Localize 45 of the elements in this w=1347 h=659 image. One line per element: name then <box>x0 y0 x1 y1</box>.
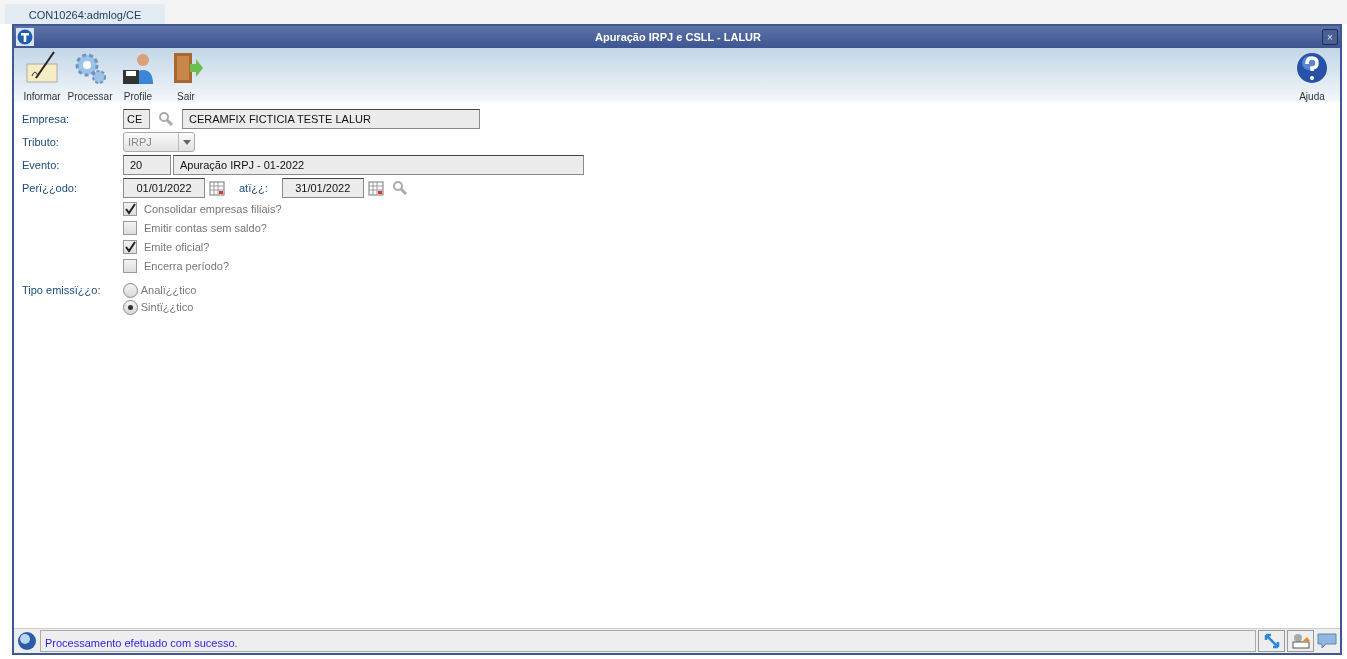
keyboard-button[interactable] <box>1287 630 1314 652</box>
calendar-icon[interactable] <box>367 180 384 196</box>
field-label: Perï¿¿odo: <box>22 180 79 196</box>
toolbar-button[interactable]: Informar <box>18 50 66 104</box>
search-icon[interactable] <box>158 111 174 127</box>
status-message: Processamento efetuado com sucesso. <box>40 630 1256 652</box>
date-field[interactable]: 01/01/2022 <box>123 178 205 198</box>
calendar-icon[interactable] <box>209 180 225 196</box>
field-label: Empresa: <box>22 111 71 127</box>
checkbox[interactable] <box>123 202 137 216</box>
checkbox[interactable] <box>123 221 137 235</box>
tab[interactable]: CON10264:admlog/CE <box>5 4 165 24</box>
code-field[interactable]: CE <box>123 109 150 129</box>
caret-icon <box>182 139 191 145</box>
chat-icon[interactable] <box>1316 632 1338 650</box>
radio-label: Sintï¿¿tico <box>140 299 194 315</box>
radio-label: Analï¿¿tico <box>140 282 197 298</box>
radio-button[interactable] <box>123 282 138 298</box>
checkbox[interactable] <box>123 240 137 254</box>
toolbar-button[interactable]: Profile <box>114 50 162 104</box>
field-label: Tributo: <box>22 134 60 150</box>
resize-button[interactable] <box>1258 630 1285 652</box>
field-label: Tipo emissï¿¿o: <box>22 282 102 298</box>
field-label: Evento: <box>22 157 61 173</box>
status-globe-icon <box>16 630 38 652</box>
close-button[interactable]: × <box>1322 29 1338 45</box>
code-field[interactable]: 20 <box>123 155 171 175</box>
checkbox[interactable] <box>123 259 137 273</box>
field-label: atï¿¿: <box>239 180 268 196</box>
checkbox-label: Encerra período? <box>144 258 229 274</box>
checkbox-label: Emitir contas sem saldo? <box>144 220 267 236</box>
name-field[interactable]: CERAMFIX FICTICIA TESTE LALUR <box>182 109 480 129</box>
checkbox-label: Emite oficial? <box>144 239 210 255</box>
date-field[interactable]: 31/01/2022 <box>281 178 364 198</box>
window-title: Apuração IRPJ e CSLL - LALUR <box>593 29 762 45</box>
pen-icon <box>24 50 60 86</box>
search-icon[interactable] <box>391 180 408 196</box>
help-icon <box>1294 50 1330 86</box>
app-logo-icon <box>16 28 34 46</box>
description-field[interactable]: Apuração IRPJ - 01-2022 <box>173 155 584 175</box>
radio-button[interactable] <box>123 299 138 315</box>
exit-button[interactable]: Sair <box>162 50 210 104</box>
help-button[interactable]: Ajuda <box>1288 50 1336 104</box>
checkbox-label: Consolidar empresas filiais? <box>144 201 282 217</box>
toolbar-button[interactable]: Processar <box>66 50 114 104</box>
